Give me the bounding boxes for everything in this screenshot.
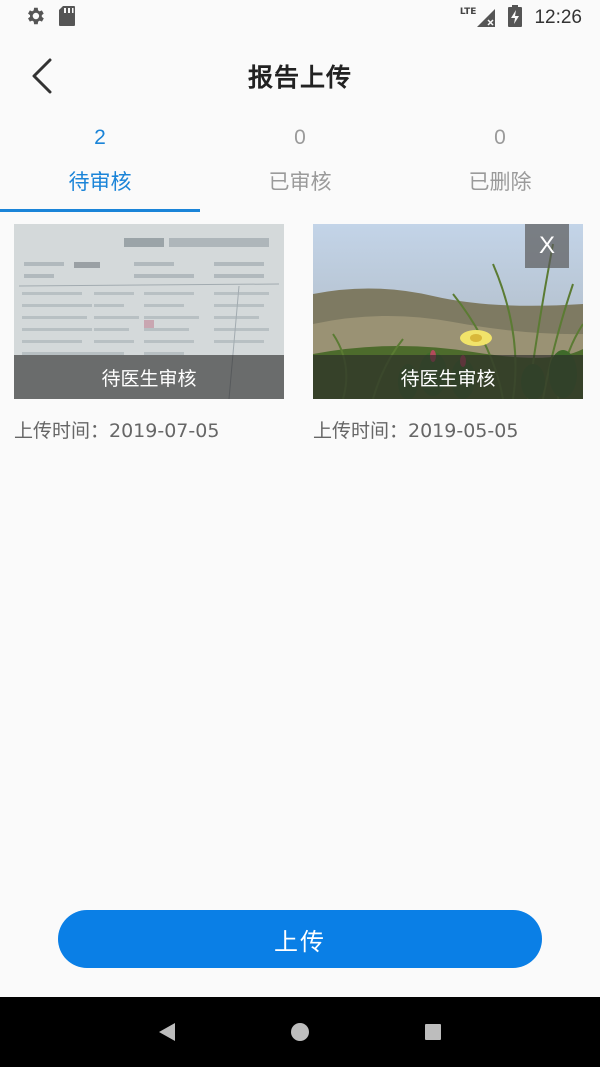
nav-home-button[interactable] (280, 1012, 320, 1052)
tab-pending[interactable]: 2 待审核 (0, 118, 200, 212)
status-bar: LTE 12:26 (0, 0, 600, 36)
tab-count: 0 (294, 126, 306, 149)
tab-count: 0 (494, 126, 506, 149)
chevron-left-icon (32, 58, 52, 94)
status-right: LTE 12:26 (460, 5, 582, 31)
tab-label: 待审核 (68, 170, 132, 194)
report-card: 待医生审核 上传时间：2019-07-05 (14, 224, 284, 443)
battery-icon (508, 5, 523, 31)
sd-card-icon (58, 5, 76, 31)
tab-active-indicator (0, 209, 200, 212)
square-recents-icon (425, 1024, 442, 1040)
upload-button[interactable]: 上传 (58, 910, 542, 968)
nav-back-button[interactable] (147, 1012, 187, 1052)
tab-bar: 2 待审核 0 已审核 0 已删除 (0, 118, 600, 212)
upload-time: 上传时间：2019-07-05 (14, 420, 220, 442)
tab-deleted[interactable]: 0 已删除 (400, 118, 600, 212)
nav-recents-button[interactable] (413, 1012, 453, 1052)
circle-home-icon (290, 1023, 309, 1041)
tab-count: 2 (94, 126, 106, 149)
page-title: 报告上传 (247, 63, 352, 92)
settings-icon (24, 5, 46, 31)
tab-label: 已删除 (468, 170, 532, 194)
report-thumbnail[interactable]: 待医生审核 (14, 224, 284, 399)
signal-icon: LTE (460, 8, 497, 28)
network-type: LTE (459, 7, 477, 17)
upload-time: 上传时间：2019-05-05 (313, 420, 519, 442)
report-card: X 待医生审核 上传时间：2019-05-05 (313, 224, 583, 443)
back-button[interactable] (22, 54, 62, 98)
header: 报告上传 (0, 36, 600, 116)
status-time: 12:26 (534, 7, 582, 28)
delete-button[interactable]: X (525, 224, 569, 268)
system-nav-bar (0, 997, 600, 1067)
status-left (24, 5, 76, 31)
review-status-label: 待医生审核 (14, 355, 284, 399)
triangle-back-icon (158, 1023, 175, 1041)
tab-label: 已审核 (268, 170, 332, 194)
review-status-label: 待医生审核 (313, 355, 583, 399)
tab-reviewed[interactable]: 0 已审核 (200, 118, 400, 212)
report-thumbnail[interactable]: X 待医生审核 (313, 224, 583, 399)
